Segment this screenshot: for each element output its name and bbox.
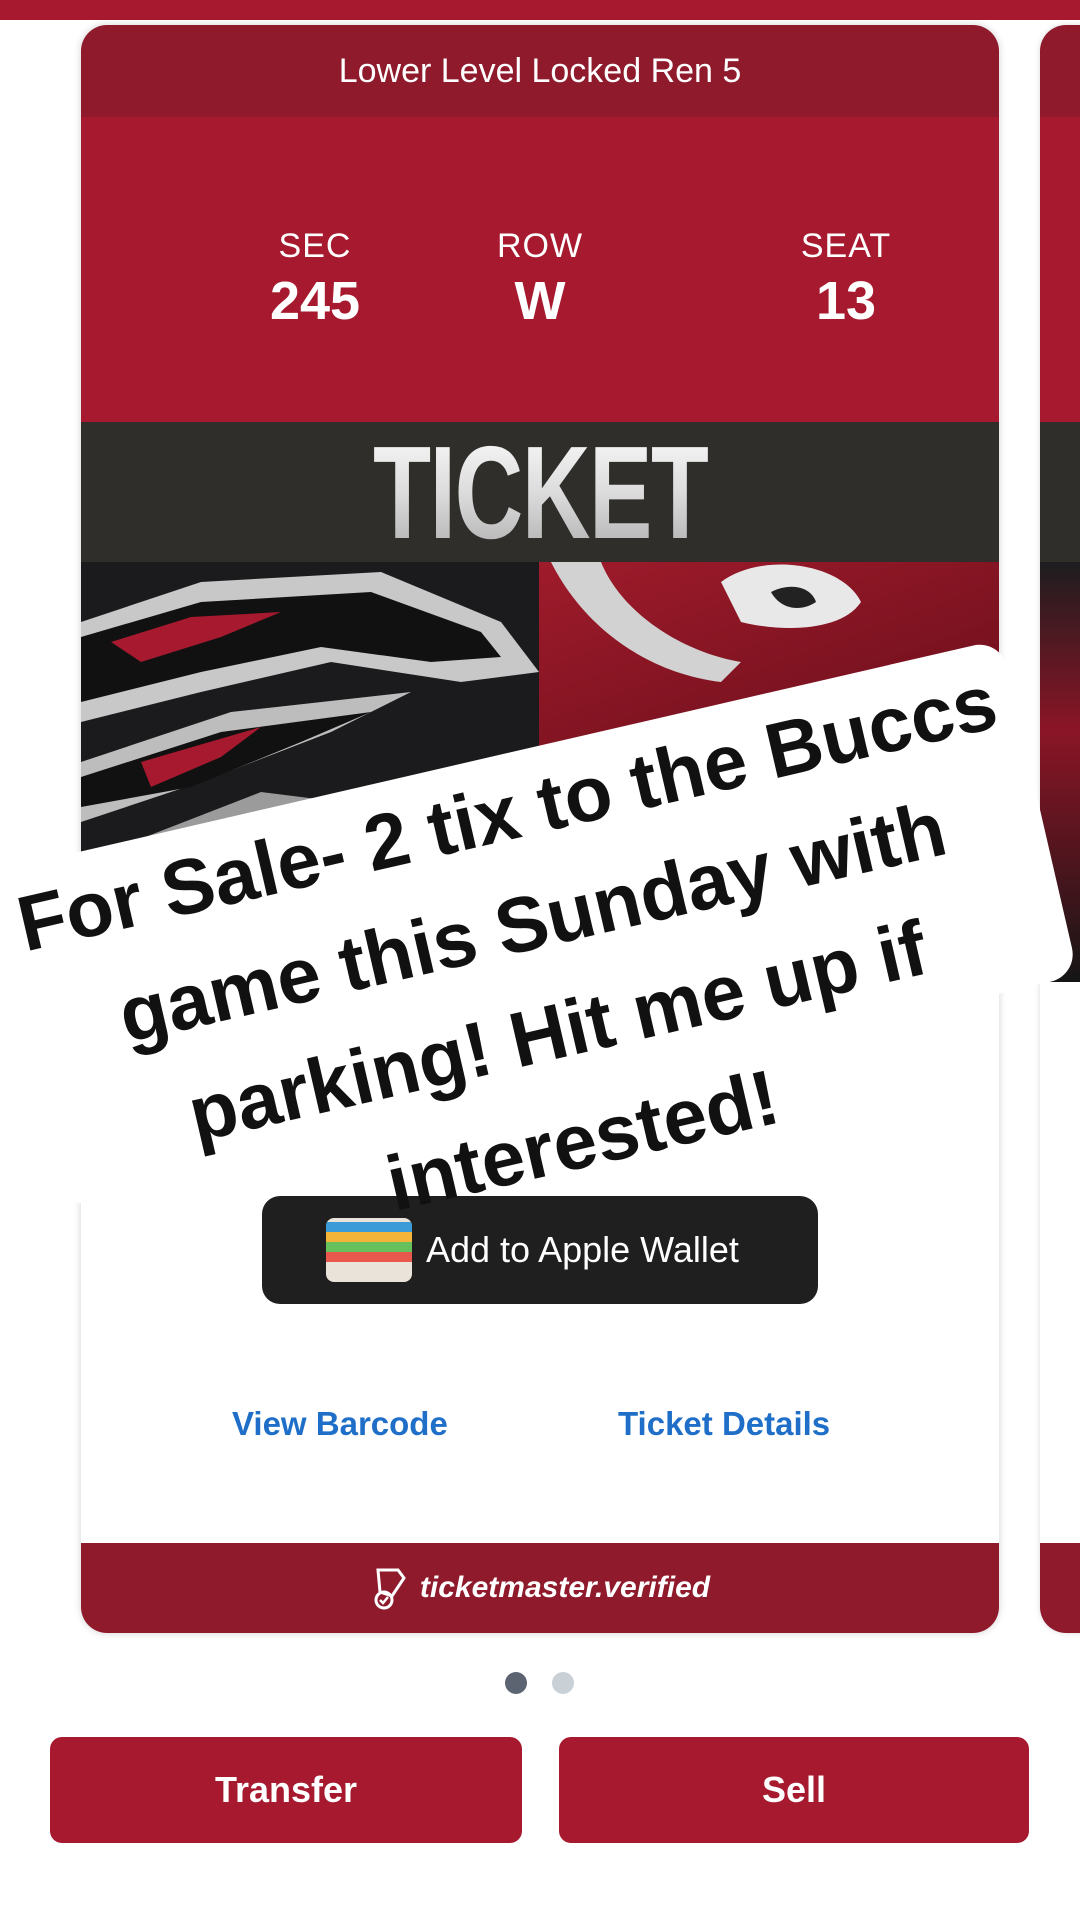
- wallet-button-label: Add to Apple Wallet: [426, 1229, 739, 1270]
- ticket-details-link[interactable]: Ticket Details: [618, 1405, 830, 1443]
- section-title-text: Lower Level Locked Ren 5: [338, 51, 742, 90]
- row-label: ROW: [496, 227, 584, 265]
- ticketmaster-verified-footer: ticketmaster.verified: [81, 1543, 999, 1633]
- sell-button[interactable]: Sell: [559, 1737, 1029, 1843]
- ticket-banner-text: TICKET: [372, 418, 709, 566]
- row-value: W: [514, 271, 566, 331]
- sec-value: 245: [269, 271, 361, 331]
- page-dot-inactive[interactable]: [552, 1672, 574, 1694]
- transfer-button[interactable]: Transfer: [50, 1737, 522, 1843]
- page-indicator[interactable]: [505, 1672, 575, 1696]
- page-dot-active[interactable]: [505, 1672, 527, 1694]
- section-info: SEC 245: [195, 227, 435, 332]
- seat-number-info: SEAT 13: [726, 227, 966, 332]
- seat-label: SEAT: [800, 227, 892, 265]
- footer-brand-text: ticketmaster.verified: [419, 1571, 711, 1604]
- top-strip: [0, 0, 1080, 20]
- ticket-section-title: Lower Level Locked Ren 5: [81, 25, 999, 117]
- ticketmaster-verified-icon: [374, 1568, 406, 1610]
- row-info: ROW W: [420, 227, 660, 332]
- view-barcode-link[interactable]: View Barcode: [232, 1405, 448, 1443]
- seat-info: SEC 245 ROW W SEAT 13: [81, 117, 999, 422]
- sec-label: SEC: [278, 227, 352, 265]
- ticket-banner: TICKET: [81, 419, 999, 566]
- seat-value: 13: [815, 271, 877, 331]
